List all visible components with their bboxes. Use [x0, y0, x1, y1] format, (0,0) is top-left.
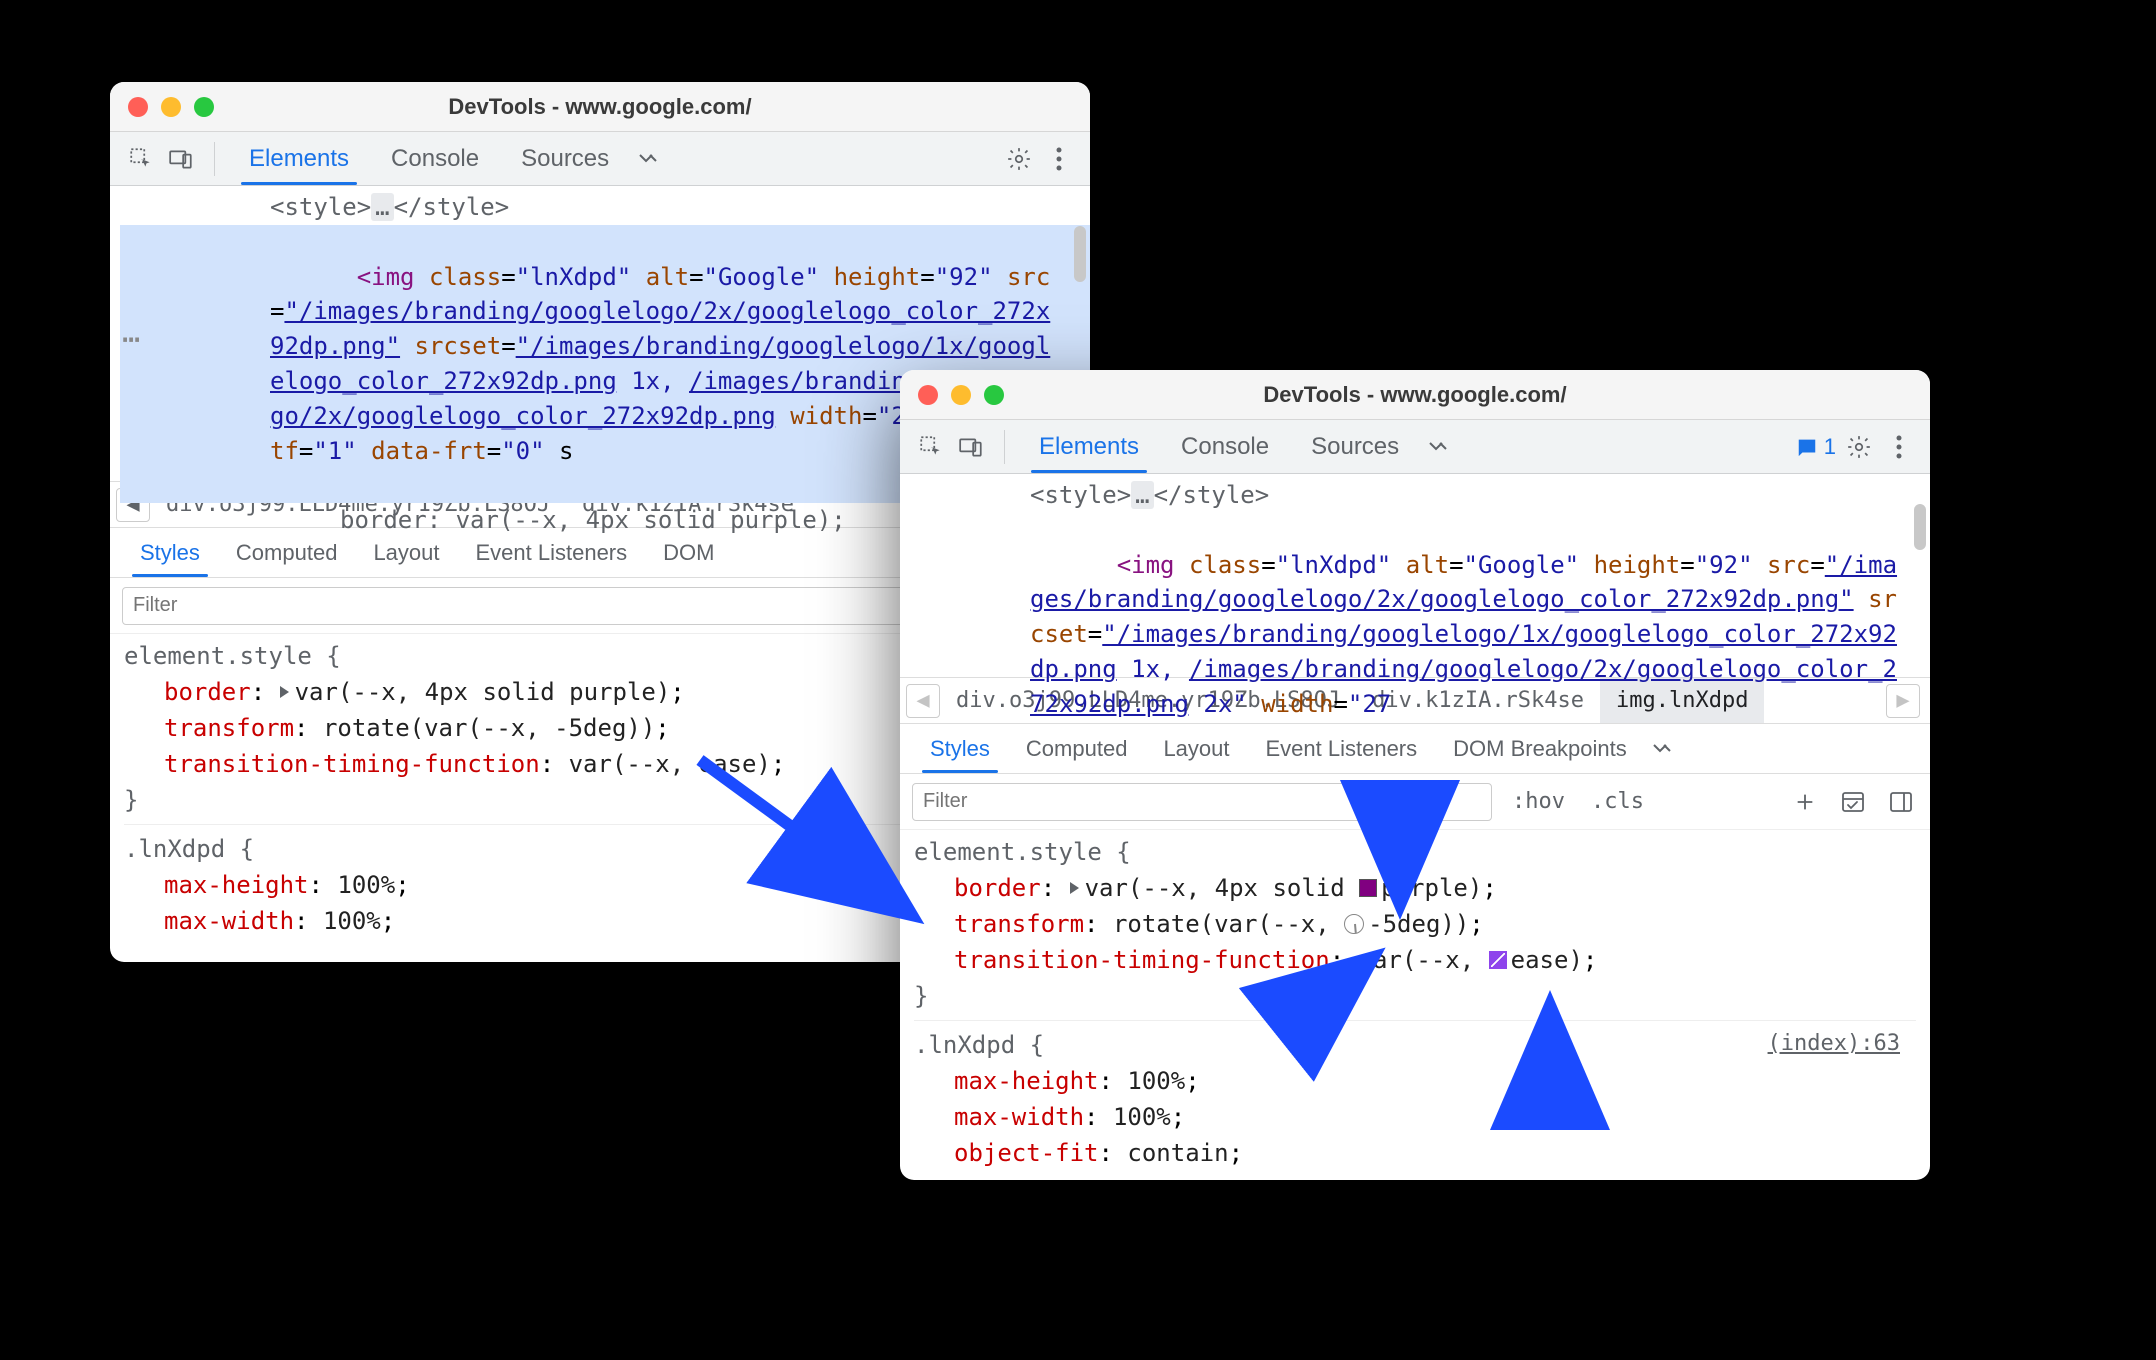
devtools-window-b: DevTools - www.google.com/ Elements Cons… — [900, 370, 1930, 1180]
tab-elements[interactable]: Elements — [231, 132, 367, 185]
cls-toggle[interactable]: .cls — [1585, 789, 1650, 814]
devtools-toolbar: Elements Console Sources — [110, 132, 1090, 186]
styles-panel[interactable]: element.style { border: var(--x, 4px sol… — [900, 830, 1930, 1180]
titlebar: DevTools - www.google.com/ — [900, 370, 1930, 420]
subtab-layout[interactable]: Layout — [1147, 724, 1245, 773]
expand-shorthand-icon[interactable] — [1070, 882, 1079, 894]
inspect-icon[interactable] — [914, 430, 948, 464]
titlebar: DevTools - www.google.com/ — [110, 82, 1090, 132]
css-property[interactable]: border: var(--x, 4px solid purple); — [914, 870, 1916, 906]
issues-count: 1 — [1824, 434, 1836, 460]
settings-icon[interactable] — [1002, 142, 1036, 176]
scrollbar-thumb[interactable] — [1914, 504, 1926, 550]
dom-line[interactable]: <style>…</style> — [120, 190, 1090, 225]
device-toolbar-icon[interactable] — [164, 142, 198, 176]
subtab-styles[interactable]: Styles — [124, 528, 216, 577]
css-property[interactable]: transition-timing-function: var(--x, eas… — [914, 942, 1916, 978]
bezier-swatch-icon[interactable] — [1489, 951, 1507, 969]
rule-source-link[interactable]: (index):63 — [1768, 1027, 1900, 1060]
settings-icon[interactable] — [1842, 430, 1876, 464]
computed-sidebar-icon[interactable] — [1884, 785, 1918, 819]
styles-sidebar-icon[interactable] — [1836, 785, 1870, 819]
tab-sources[interactable]: Sources — [1293, 420, 1417, 473]
dom-panel[interactable]: <style>…</style> <img class="lnXdpd" alt… — [900, 474, 1930, 678]
styles-filter-input[interactable] — [122, 587, 920, 625]
dom-line[interactable]: <style>…</style> — [910, 478, 1930, 513]
new-style-rule-icon[interactable] — [1788, 785, 1822, 819]
hov-toggle[interactable]: :hov — [1506, 789, 1571, 814]
window-title: DevTools - www.google.com/ — [110, 94, 1090, 120]
styles-filterbar: :hov .cls — [900, 774, 1930, 830]
css-property[interactable]: max-height: 100%; — [914, 1063, 1916, 1099]
rule-selector[interactable]: .lnXdpd { — [914, 1027, 1916, 1063]
device-toolbar-icon[interactable] — [954, 430, 988, 464]
window-title: DevTools - www.google.com/ — [900, 382, 1930, 408]
tab-console[interactable]: Console — [373, 132, 497, 185]
rule-selector[interactable]: element.style { — [914, 834, 1916, 870]
kebab-menu-icon[interactable] — [1042, 142, 1076, 176]
rule-brace: } — [914, 978, 1916, 1014]
kebab-menu-icon[interactable] — [1882, 430, 1916, 464]
tab-elements[interactable]: Elements — [1021, 420, 1157, 473]
subtab-layout[interactable]: Layout — [357, 528, 455, 577]
inspect-icon[interactable] — [124, 142, 158, 176]
more-tabs-icon[interactable] — [1423, 430, 1457, 464]
css-property[interactable]: object-fit: contain; — [914, 1135, 1916, 1171]
tab-console[interactable]: Console — [1163, 420, 1287, 473]
subtab-event-listeners[interactable]: Event Listeners — [460, 528, 644, 577]
more-tabs-icon[interactable] — [633, 142, 667, 176]
subtab-computed[interactable]: Computed — [1010, 724, 1144, 773]
scrollbar-thumb[interactable] — [1074, 226, 1086, 282]
devtools-toolbar: Elements Console Sources 1 — [900, 420, 1930, 474]
styles-filter-input[interactable] — [912, 783, 1492, 821]
color-swatch-icon[interactable] — [1359, 879, 1377, 897]
subtab-event-listeners[interactable]: Event Listeners — [1250, 724, 1434, 773]
subtab-dom-breakpoints[interactable]: DOM — [647, 528, 730, 577]
subtab-computed[interactable]: Computed — [220, 528, 354, 577]
css-property[interactable]: transform: rotate(var(--x, -5deg)); — [914, 906, 1916, 942]
subtab-styles[interactable]: Styles — [914, 724, 1006, 773]
css-property[interactable]: max-width: 100%; — [914, 1099, 1916, 1135]
tab-sources[interactable]: Sources — [503, 132, 627, 185]
issues-counter[interactable]: 1 — [1796, 434, 1836, 460]
expand-ellipsis-icon[interactable]: ⋯ — [122, 318, 140, 362]
angle-swatch-icon[interactable] — [1344, 914, 1364, 934]
subtab-dom-breakpoints[interactable]: DOM Breakpoints — [1437, 724, 1643, 773]
expand-shorthand-icon[interactable] — [280, 686, 289, 698]
dom-node[interactable]: <img class="lnXdpd" alt="Google" height=… — [910, 513, 1930, 757]
